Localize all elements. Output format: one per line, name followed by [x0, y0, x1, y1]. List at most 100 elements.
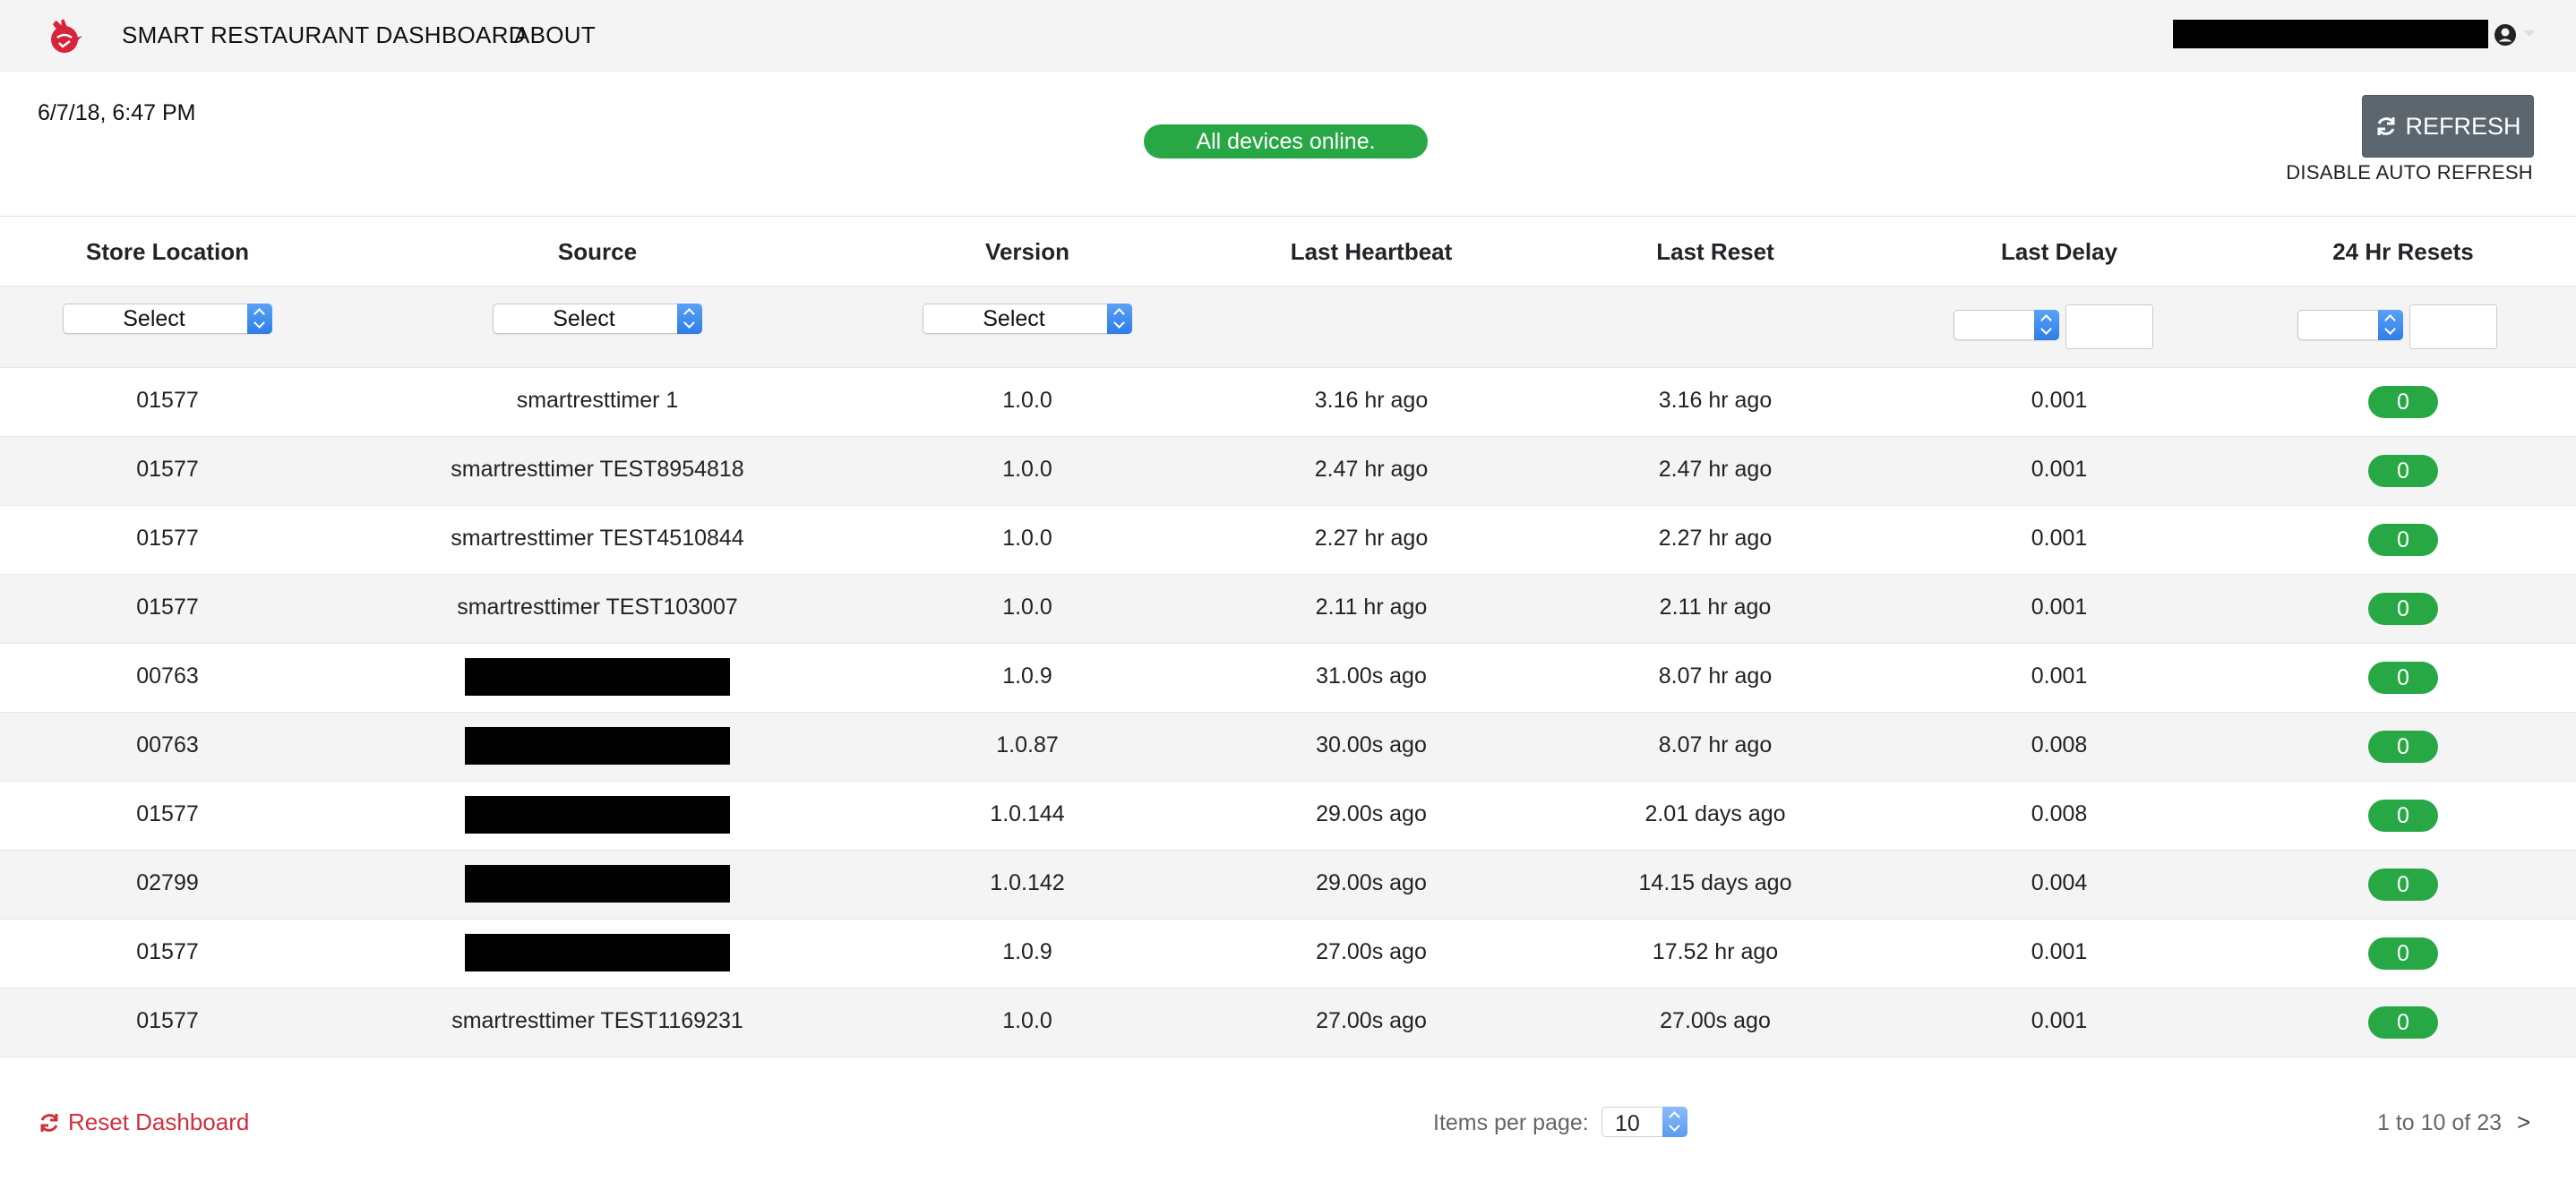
last-delay-operator-select[interactable]	[1953, 310, 2059, 340]
resets-count-badge: 0	[2368, 800, 2438, 832]
store-location-filter-select[interactable]: Select	[63, 304, 272, 334]
table-row[interactable]: 00763 1.0.87 30.00s ago 8.07 hr ago 0.008 0	[0, 713, 2576, 782]
version-filter-select[interactable]: Select	[923, 304, 1132, 334]
store-location-cell: 01577	[136, 595, 199, 620]
pagination-range: 1 to 10 of 23	[2377, 1110, 2503, 1135]
store-location-cell: 01577	[136, 526, 199, 551]
version-cell: 1.0.144	[990, 801, 1065, 826]
refresh-button[interactable]: REFRESH	[2362, 95, 2534, 158]
redacted-source	[465, 796, 730, 834]
last-heartbeat-cell: 2.47 hr ago	[1314, 457, 1429, 482]
store-location-filter-value: Select	[123, 306, 185, 331]
select-arrows-icon	[247, 304, 272, 334]
resets-value-input[interactable]	[2409, 304, 2497, 349]
resets-count-badge: 0	[2368, 593, 2438, 625]
source-filter-value: Select	[553, 306, 615, 331]
select-arrows-icon	[2034, 310, 2059, 340]
resets-count-badge: 0	[2368, 662, 2438, 694]
last-heartbeat-cell: 2.11 hr ago	[1315, 595, 1428, 620]
resets-count-badge: 0	[2368, 524, 2438, 556]
reset-dashboard-link[interactable]: Reset Dashboard	[38, 1108, 249, 1136]
select-arrows-icon	[1107, 304, 1132, 334]
version-cell: 1.0.142	[990, 870, 1065, 895]
store-location-cell: 02799	[136, 870, 199, 895]
table-row[interactable]: 02799 1.0.142 29.00s ago 14.15 days ago 0.00…	[0, 851, 2576, 920]
table-row[interactable]: 00763 1.0.9 31.00s ago 8.07 hr ago 0.001 0	[0, 644, 2576, 713]
last-heartbeat-cell: 29.00s ago	[1316, 801, 1427, 826]
table-row[interactable]: 01577 smartresttimer TEST4510844 1.0.0 2.27…	[0, 506, 2576, 575]
items-per-page-select[interactable]: 10	[1601, 1107, 1687, 1137]
last-reset-cell: 2.01 days ago	[1644, 801, 1786, 826]
last-delay-cell: 0.008	[2031, 732, 2088, 757]
refresh-icon	[2377, 117, 2395, 135]
resets-count-badge: 0	[2368, 731, 2438, 763]
version-cell: 1.0.9	[1002, 939, 1052, 964]
last-delay-cell: 0.001	[2031, 939, 2088, 964]
last-delay-cell: 0.001	[2031, 1008, 2088, 1033]
last-reset-cell: 2.27 hr ago	[1658, 526, 1773, 551]
table-row[interactable]: 01577 1.0.144 29.00s ago 2.01 days ago 0.008…	[0, 782, 2576, 851]
select-arrows-icon	[2378, 310, 2403, 340]
chevron-down-icon[interactable]	[2524, 30, 2535, 37]
store-location-cell: 01577	[136, 388, 199, 413]
last-reset-cell: 3.16 hr ago	[1658, 388, 1773, 413]
last-delay-cell: 0.004	[2031, 870, 2088, 895]
column-header-store-location[interactable]: Store Location	[86, 238, 249, 266]
disable-auto-refresh-link[interactable]: DISABLE AUTO REFRESH	[2286, 161, 2533, 184]
refresh-button-label: REFRESH	[2405, 112, 2521, 140]
column-header-source[interactable]: Source	[558, 238, 637, 266]
last-delay-cell: 0.001	[2031, 663, 2088, 689]
reset-dashboard-label: Reset Dashboard	[68, 1108, 250, 1135]
store-location-cell: 01577	[136, 801, 199, 826]
last-delay-cell: 0.001	[2031, 595, 2088, 620]
source-cell: smartresttimer TEST103007	[457, 595, 738, 620]
last-reset-cell: 17.52 hr ago	[1652, 939, 1779, 964]
source-cell: smartresttimer 1	[516, 388, 679, 413]
version-cell: 1.0.0	[1002, 526, 1052, 551]
column-header-last-delay[interactable]: Last Delay	[2001, 238, 2117, 266]
next-page-button[interactable]: >	[2517, 1108, 2530, 1136]
resets-count-badge: 0	[2368, 455, 2438, 487]
store-location-cell: 01577	[136, 939, 199, 964]
column-header-version[interactable]: Version	[985, 238, 1069, 266]
version-cell: 1.0.0	[1002, 457, 1052, 482]
last-delay-value-input[interactable]	[2065, 304, 2153, 349]
source-filter-select[interactable]: Select	[493, 304, 702, 334]
last-delay-cell: 0.001	[2031, 388, 2088, 413]
last-heartbeat-cell: 27.00s ago	[1316, 1008, 1427, 1033]
last-heartbeat-cell: 30.00s ago	[1316, 732, 1427, 757]
table-row[interactable]: 01577 1.0.9 27.00s ago 17.52 hr ago 0.001 0	[0, 920, 2576, 988]
last-delay-cell: 0.008	[2031, 801, 2088, 826]
table-header: Store Location Source Version Last Heart…	[0, 216, 2576, 286]
column-header-last-reset[interactable]: Last Reset	[1656, 238, 1774, 266]
last-reset-cell: 8.07 hr ago	[1658, 732, 1773, 757]
rooster-logo-icon[interactable]	[43, 16, 84, 56]
last-reset-cell: 2.47 hr ago	[1658, 457, 1773, 482]
source-cell: smartresttimer TEST4510844	[451, 526, 744, 551]
table-row[interactable]: 01577 smartresttimer 1 1.0.0 3.16 hr ago 3.1…	[0, 368, 2576, 437]
version-cell: 1.0.0	[1002, 595, 1052, 620]
last-heartbeat-cell: 3.16 hr ago	[1314, 388, 1429, 413]
user-circle-icon[interactable]	[2494, 23, 2517, 47]
resets-operator-select[interactable]	[2297, 310, 2403, 340]
redacted-source	[465, 658, 730, 696]
column-header-24hr-resets[interactable]: 24 Hr Resets	[2332, 238, 2474, 266]
nav-dashboard-link[interactable]: SMART RESTAURANT DASHBOARD	[122, 21, 526, 49]
version-cell: 1.0.0	[1002, 1008, 1052, 1033]
last-reset-cell: 2.11 hr ago	[1659, 595, 1772, 620]
nav-about-link[interactable]: ABOUT	[514, 21, 596, 49]
store-location-cell: 00763	[136, 663, 199, 689]
column-header-last-heartbeat[interactable]: Last Heartbeat	[1291, 238, 1453, 266]
version-cell: 1.0.0	[1002, 388, 1052, 413]
select-arrows-icon	[677, 304, 702, 334]
resets-count-badge: 0	[2368, 386, 2438, 418]
table-row[interactable]: 01577 smartresttimer TEST103007 1.0.0 2.11 …	[0, 575, 2576, 644]
redacted-source	[465, 934, 730, 971]
navbar: SMART RESTAURANT DASHBOARD ABOUT	[0, 0, 2576, 72]
table-row[interactable]: 01577 smartresttimer TEST1169231 1.0.0 27.0…	[0, 988, 2576, 1057]
table-row[interactable]: 01577 smartresttimer TEST8954818 1.0.0 2.47…	[0, 437, 2576, 506]
resets-count-badge: 0	[2368, 1006, 2438, 1039]
redacted-source	[465, 865, 730, 903]
last-heartbeat-cell: 31.00s ago	[1316, 663, 1427, 689]
store-location-cell: 00763	[136, 732, 199, 757]
